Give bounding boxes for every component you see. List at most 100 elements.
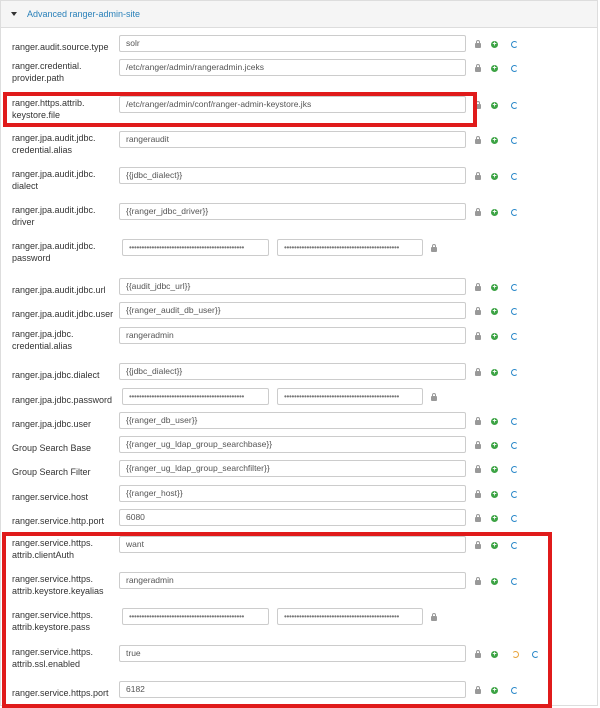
refresh-icon[interactable]	[511, 173, 518, 180]
property-value-input[interactable]: {{ranger_jdbc_driver}}	[119, 203, 466, 220]
lock-icon[interactable]	[475, 208, 481, 216]
lock-icon[interactable]	[475, 101, 481, 109]
property-label: ranger.service.https. attrib.keystore.ke…	[12, 574, 104, 596]
password-confirm-input[interactable]: ••••••••••••••••••••••••••••••••••••••••…	[277, 608, 423, 625]
lock-icon[interactable]	[431, 244, 437, 252]
plus-circle-icon[interactable]: +	[491, 173, 498, 180]
property-value-input[interactable]: want	[119, 536, 466, 553]
refresh-icon[interactable]	[511, 209, 518, 216]
property-value-input[interactable]: {{jdbc_dialect}}	[119, 363, 466, 380]
refresh-icon[interactable]	[511, 542, 518, 549]
property-label: ranger.https.attrib. keystore.file	[12, 98, 85, 120]
property-value-input[interactable]: /etc/ranger/admin/conf/ranger-admin-keys…	[119, 96, 466, 113]
refresh-icon[interactable]	[511, 491, 518, 498]
plus-circle-icon[interactable]: +	[491, 65, 498, 72]
property-value-input[interactable]: {{audit_jdbc_url}}	[119, 278, 466, 295]
plus-circle-icon[interactable]: +	[491, 284, 498, 291]
lock-icon[interactable]	[475, 172, 481, 180]
password-input[interactable]: ••••••••••••••••••••••••••••••••••••••••…	[122, 239, 269, 256]
plus-circle-icon[interactable]: +	[491, 687, 498, 694]
refresh-icon[interactable]	[511, 515, 518, 522]
property-label: ranger.service.https. attrib.keystore.pa…	[12, 610, 94, 632]
property-value-input[interactable]: {{ranger_ug_ldap_group_searchfilter}}	[119, 460, 466, 477]
lock-icon[interactable]	[475, 136, 481, 144]
property-value-input[interactable]: 6080	[119, 509, 466, 526]
property-label: ranger.jpa.jdbc. credential.alias	[12, 329, 74, 351]
lock-icon[interactable]	[475, 307, 481, 315]
plus-circle-icon[interactable]: +	[491, 333, 498, 340]
password-confirm-input[interactable]: ••••••••••••••••••••••••••••••••••••••••…	[277, 239, 423, 256]
refresh-icon[interactable]	[511, 65, 518, 72]
lock-icon[interactable]	[475, 441, 481, 449]
refresh-icon[interactable]	[511, 442, 518, 449]
lock-icon[interactable]	[475, 368, 481, 376]
plus-circle-icon[interactable]: +	[491, 442, 498, 449]
lock-icon[interactable]	[475, 490, 481, 498]
panel-title[interactable]: Advanced ranger-admin-site	[27, 9, 140, 19]
lock-icon[interactable]	[431, 613, 437, 621]
plus-circle-icon[interactable]: +	[491, 651, 498, 658]
lock-icon[interactable]	[475, 40, 481, 48]
plus-circle-icon[interactable]: +	[491, 418, 498, 425]
refresh-icon[interactable]	[511, 137, 518, 144]
refresh-icon[interactable]	[511, 333, 518, 340]
lock-icon[interactable]	[475, 541, 481, 549]
property-value-input[interactable]: rangeradmin	[119, 572, 466, 589]
property-label: ranger.jpa.audit.jdbc.user	[12, 309, 114, 319]
property-value-input[interactable]: {{ranger_ug_ldap_group_searchbase}}	[119, 436, 466, 453]
refresh-icon[interactable]	[532, 651, 539, 658]
lock-icon[interactable]	[475, 514, 481, 522]
password-confirm-input[interactable]: ••••••••••••••••••••••••••••••••••••••••…	[277, 388, 423, 405]
lock-icon[interactable]	[475, 465, 481, 473]
plus-circle-icon[interactable]: +	[491, 466, 498, 473]
lock-icon[interactable]	[431, 393, 437, 401]
property-label: ranger.service.https. attrib.ssl.enabled	[12, 647, 94, 669]
property-value-input[interactable]: /etc/ranger/admin/rangeradmin.jceks	[119, 59, 466, 76]
property-value-input[interactable]: 6182	[119, 681, 466, 698]
refresh-icon[interactable]	[511, 308, 518, 315]
property-value-input[interactable]: {{ranger_host}}	[119, 485, 466, 502]
property-value-input[interactable]: rangeraudit	[119, 131, 466, 148]
refresh-icon[interactable]	[511, 41, 518, 48]
plus-circle-icon[interactable]: +	[491, 137, 498, 144]
refresh-icon[interactable]	[511, 102, 518, 109]
property-label: ranger.jpa.audit.jdbc. credential.alias	[12, 133, 96, 155]
property-value-input[interactable]: true	[119, 645, 466, 662]
password-input[interactable]: ••••••••••••••••••••••••••••••••••••••••…	[122, 608, 269, 625]
lock-icon[interactable]	[475, 417, 481, 425]
undo-icon[interactable]	[512, 651, 519, 658]
plus-circle-icon[interactable]: +	[491, 308, 498, 315]
refresh-icon[interactable]	[511, 369, 518, 376]
plus-circle-icon[interactable]: +	[491, 102, 498, 109]
plus-circle-icon[interactable]: +	[491, 209, 498, 216]
property-label: Group Search Filter	[12, 467, 91, 477]
lock-icon[interactable]	[475, 686, 481, 694]
lock-icon[interactable]	[475, 283, 481, 291]
plus-circle-icon[interactable]: +	[491, 41, 498, 48]
lock-icon[interactable]	[475, 577, 481, 585]
plus-circle-icon[interactable]: +	[491, 369, 498, 376]
refresh-icon[interactable]	[511, 578, 518, 585]
property-value-input[interactable]: solr	[119, 35, 466, 52]
plus-circle-icon[interactable]: +	[491, 542, 498, 549]
property-label: ranger.jpa.jdbc.user	[12, 419, 92, 429]
lock-icon[interactable]	[475, 650, 481, 658]
refresh-icon[interactable]	[511, 284, 518, 291]
property-value-input[interactable]: rangeradmin	[119, 327, 466, 344]
plus-circle-icon[interactable]: +	[491, 515, 498, 522]
refresh-icon[interactable]	[511, 418, 518, 425]
property-label: ranger.jpa.audit.jdbc. password	[12, 241, 96, 263]
property-label: ranger.service.host	[12, 492, 89, 502]
refresh-icon[interactable]	[511, 466, 518, 473]
property-value-input[interactable]: {{ranger_audit_db_user}}	[119, 302, 466, 319]
panel-heading[interactable]: Advanced ranger-admin-site	[1, 1, 597, 28]
lock-icon[interactable]	[475, 332, 481, 340]
property-value-input[interactable]: {{ranger_db_user}}	[119, 412, 466, 429]
plus-circle-icon[interactable]: +	[491, 578, 498, 585]
lock-icon[interactable]	[475, 64, 481, 72]
property-value-input[interactable]: {{jdbc_dialect}}	[119, 167, 466, 184]
plus-circle-icon[interactable]: +	[491, 491, 498, 498]
refresh-icon[interactable]	[511, 687, 518, 694]
caret-down-icon[interactable]	[11, 11, 17, 16]
password-input[interactable]: ••••••••••••••••••••••••••••••••••••••••…	[122, 388, 269, 405]
